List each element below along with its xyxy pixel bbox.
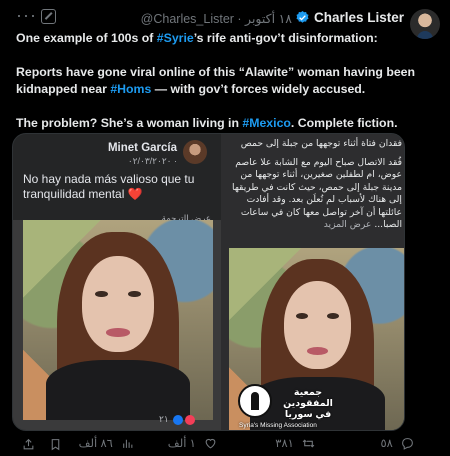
hashtag-syrie[interactable]: #Syrie [157,31,194,45]
heart-icon: ❤️ [127,187,143,201]
love-reaction-icon [185,414,196,425]
hashtag-mexico[interactable]: #Mexico [242,116,291,130]
tweet-actions: ٥٨ ٣٨١ ١ ألف ٨٦ ألف [0,432,450,456]
facebook-post-header: Minet García ٠٢/٠٣/٢٠٢٠ · No hay nada má… [13,134,221,223]
logo-title: جمعية المفقودين في سوريا [283,387,333,420]
logo-subtitle: Syria's Missing Association [239,422,317,429]
like-reaction-icon [173,414,184,425]
arabic-post-headline: فقدان فتاة أثناء توجهها من جبلة إلى حمص [240,138,402,149]
facebook-date: ٠٢/٠٣/٢٠٢٠ · [127,156,177,166]
like-count: ١ ألف [167,438,196,450]
woman-photo-left [23,220,213,420]
tweet-text: One example of 100s of #Syrie’s rife ant… [16,30,436,149]
facebook-reactions: ٢١ [159,414,196,425]
facebook-post-text: No hay nada más valioso que tu tranquili… [23,172,195,201]
reply-button[interactable]: ٥٨ [380,436,414,451]
more-options-icon[interactable]: ··· [16,5,37,26]
share-icon [23,438,34,450]
facebook-name: Minet García [107,142,177,154]
author-name[interactable]: Charles Lister [314,10,404,25]
views-button[interactable]: ٨٦ ألف [79,436,134,450]
arabic-see-more: عرض المزيد [323,219,372,230]
arabic-post-text: فقدان فتاة أثناء توجهها من جبلة إلى حمص … [226,138,402,232]
verified-badge-icon [296,10,309,23]
missing-association-logo [238,384,272,418]
tweet-paragraph-1: One example of 100s of #Syrie’s rife ant… [16,31,378,45]
arabic-post-body: فُقد الاتصال صباح اليوم مع الشابة علا عا… [232,156,402,231]
reply-icon [402,438,413,451]
retweet-icon [302,439,315,448]
views-chart-icon [123,440,133,449]
bookmark-icon [51,439,60,451]
views-count: ٨٦ ألف [78,438,113,450]
facebook-screenshot: Minet García ٠٢/٠٣/٢٠٢٠ · No hay nada má… [13,134,221,430]
bookmark-button[interactable] [44,438,62,451]
retweet-count: ٣٨١ [275,438,294,450]
tweet-paragraph-2: Reports have gone viral online of this “… [16,65,416,96]
heart-outline-icon [205,439,216,449]
reply-count: ٥٨ [380,438,393,450]
grok-icon[interactable] [41,9,56,24]
tweet-media[interactable]: Minet García ٠٢/٠٣/٢٠٢٠ · No hay nada má… [12,133,405,431]
share-button[interactable] [17,438,35,451]
tweet-paragraph-3: The problem? She’s a woman living in #Me… [16,116,398,130]
retweet-button[interactable]: ٣٨١ [275,436,315,450]
facebook-avatar [183,140,207,164]
like-button[interactable]: ١ ألف [168,436,217,450]
hashtag-homs[interactable]: #Homs [110,82,151,96]
handle-and-time[interactable]: @Charles_Lister · ١٨ أكتوبر [141,11,292,26]
